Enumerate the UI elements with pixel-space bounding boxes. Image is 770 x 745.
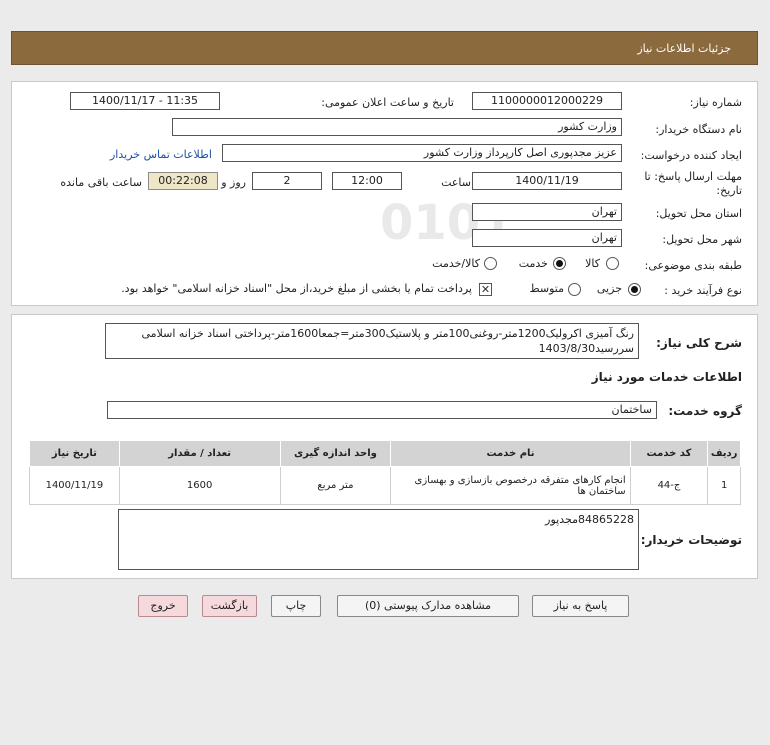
col-header-need-date: تاریخ نیاز xyxy=(29,440,120,467)
category-label: طبقه بندی موضوعی: xyxy=(644,259,742,272)
buyer-notes-box: 84865228مجدپور xyxy=(118,509,639,570)
table-row: 1 ج-44 انجام کارهای متفرقه درخصوص بازساز… xyxy=(29,466,741,505)
category-option-goods-service: کالا/خدمت xyxy=(432,257,480,270)
info-panel xyxy=(11,81,758,306)
need-number-label: شماره نیاز: xyxy=(689,96,742,109)
buyer-org-label: نام دستگاه خریدار: xyxy=(655,123,742,136)
deadline-time-label: ساعت xyxy=(441,176,471,189)
cell-service-name: انجام کارهای متفرقه درخصوص بازسازی و بهس… xyxy=(390,466,631,505)
requester-field: عزیز مجدپوری اصل کارپرداز وزارت کشور xyxy=(222,144,622,162)
process-radio-medium[interactable] xyxy=(568,283,581,296)
col-header-quantity: تعداد / مقدار xyxy=(118,440,281,467)
cell-service-code: ج-44 xyxy=(629,466,709,505)
items-table: ردیف کد خدمت نام خدمت واحد اندازه گیری ت… xyxy=(29,440,741,505)
reply-button[interactable]: پاسخ به نیاز xyxy=(532,595,629,617)
process-radio-minor[interactable] xyxy=(628,283,641,296)
col-header-unit: واحد اندازه گیری xyxy=(279,440,392,467)
cell-row-number: 1 xyxy=(707,466,741,505)
buyer-contact-link[interactable]: اطلاعات تماس خریدار xyxy=(110,148,212,161)
city-label: شهر محل تحویل: xyxy=(662,233,742,246)
deadline-label: مهلت ارسال پاسخ: تا xyxy=(644,170,742,183)
summary-label: شرح کلی نیاز: xyxy=(656,336,742,350)
process-label: نوع فرآیند خرید : xyxy=(664,284,742,297)
summary-text: رنگ آمیزی اکرولیک1200متر-روغنی100متر و پ… xyxy=(141,327,634,355)
col-header-service-name: نام خدمت xyxy=(390,440,631,467)
city-field: تهران xyxy=(472,229,622,247)
summary-text-box: رنگ آمیزی اکرولیک1200متر-روغنی100متر و پ… xyxy=(105,323,639,359)
buyer-notes-label: توضیحات خریدار: xyxy=(640,533,742,547)
buyer-notes-text: 84865228مجدپور xyxy=(545,513,634,526)
requester-label: ایجاد کننده درخواست: xyxy=(640,149,742,162)
remaining-label: ساعت باقی مانده xyxy=(60,176,142,189)
col-header-row-number: ردیف xyxy=(707,440,741,467)
category-radio-goods[interactable] xyxy=(606,257,619,270)
deadline-time-field: 12:00 xyxy=(332,172,402,190)
cell-unit: متر مربع xyxy=(279,466,392,505)
cell-need-date: 1400/11/19 xyxy=(29,466,120,505)
col-header-service-code: کد خدمت xyxy=(629,440,709,467)
category-radio-goods-service[interactable] xyxy=(484,257,497,270)
need-number-field: 1100000012000229 xyxy=(472,92,622,110)
page-title: جزئیات اطلاعات نیاز xyxy=(637,42,731,55)
service-group-label: گروه خدمت: xyxy=(668,404,742,418)
announce-field: 1400/11/17 - 11:35 xyxy=(70,92,220,110)
remaining-time-field: 00:22:08 xyxy=(148,172,218,190)
province-label: استان محل تحویل: xyxy=(655,207,742,220)
announce-label: تاریخ و ساعت اعلان عمومی: xyxy=(321,96,454,109)
deadline-label-date: تاریخ: xyxy=(716,184,742,197)
exit-button[interactable]: خروج xyxy=(138,595,188,617)
treasury-note: پرداخت تمام یا بخشی از مبلغ خرید،از محل … xyxy=(121,282,472,295)
category-radio-service[interactable] xyxy=(553,257,566,270)
treasury-checkbox[interactable]: ✕ xyxy=(479,283,492,296)
category-option-goods: کالا xyxy=(585,257,600,270)
cell-quantity: 1600 xyxy=(118,466,281,505)
process-option-minor: جزیی xyxy=(596,282,622,295)
services-title: اطلاعات خدمات مورد نیاز xyxy=(591,370,742,384)
print-button[interactable]: چاپ xyxy=(271,595,321,617)
back-button[interactable]: بازگشت xyxy=(202,595,257,617)
province-field: تهران xyxy=(472,203,622,221)
category-option-service: خدمت xyxy=(518,257,548,270)
attachments-button[interactable]: مشاهده مدارک پیوستی (0) xyxy=(337,595,519,617)
buyer-org-field: وزارت کشور xyxy=(172,118,622,136)
days-label: روز و xyxy=(221,176,246,189)
table-header-row: ردیف کد خدمت نام خدمت واحد اندازه گیری ت… xyxy=(29,440,741,467)
page-header: جزئیات اطلاعات نیاز xyxy=(11,31,758,65)
service-group-field: ساختمان xyxy=(107,401,657,419)
days-field: 2 xyxy=(252,172,322,190)
deadline-date-field: 1400/11/19 xyxy=(472,172,622,190)
process-option-medium: متوسط xyxy=(529,282,564,295)
